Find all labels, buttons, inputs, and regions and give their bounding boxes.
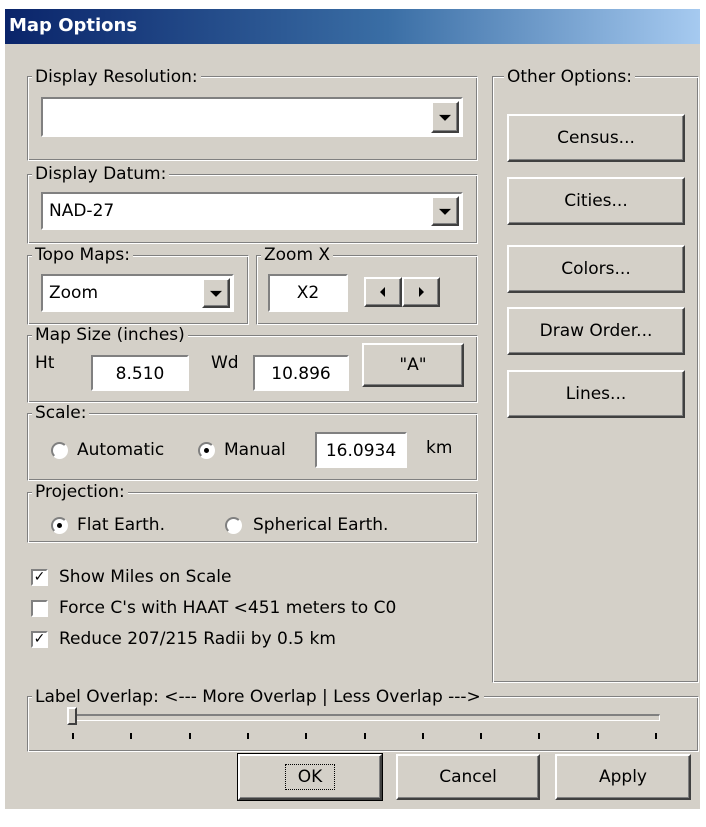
slider-tick <box>72 733 74 739</box>
dropdown-arrow-icon <box>439 208 451 215</box>
lines-button[interactable]: Lines... <box>507 370 685 418</box>
topo-maps-dropdown-button[interactable] <box>202 278 230 308</box>
ok-button-label: OK <box>284 764 336 790</box>
label-overlap-track <box>71 714 660 721</box>
title-bar: Map Options <box>5 9 700 44</box>
slider-tick <box>421 733 424 739</box>
scale-legend: Scale: <box>32 403 90 423</box>
slider-tick <box>596 733 599 739</box>
dropdown-arrow-icon <box>439 114 451 121</box>
map-size-legend: Map Size (inches) <box>32 325 188 345</box>
reduce-radii-label: Reduce 207/215 Radii by 0.5 km <box>59 629 336 649</box>
width-label: Wd <box>211 353 239 373</box>
projection-legend: Projection: <box>32 482 128 502</box>
show-miles-label: Show Miles on Scale <box>59 567 232 587</box>
slider-tick <box>538 733 541 739</box>
zoom-x-legend: Zoom X <box>261 245 334 265</box>
display-datum-dropdown-button[interactable] <box>431 196 459 226</box>
display-resolution-select[interactable] <box>41 97 463 137</box>
zoom-in-button[interactable] <box>402 277 440 307</box>
draw-order-button[interactable]: Draw Order... <box>507 307 685 355</box>
slider-tick <box>188 733 191 739</box>
map-options-dialog: Map Options Display Resolution: Display … <box>5 9 700 809</box>
scale-manual-radio[interactable] <box>198 442 215 459</box>
projection-flat-label: Flat Earth. <box>77 515 165 535</box>
scale-value-field[interactable]: 16.0934 <box>315 432 407 468</box>
size-a-button[interactable]: "A" <box>362 343 464 387</box>
slider-tick <box>130 733 133 739</box>
width-value: 10.896 <box>271 364 331 384</box>
label-overlap-legend: Label Overlap: <--- More Overlap | Less … <box>32 687 484 707</box>
ok-button[interactable]: OK <box>237 753 383 801</box>
radio-selected-dot <box>57 523 62 528</box>
topo-maps-legend: Topo Maps: <box>32 245 133 265</box>
other-options-legend: Other Options: <box>504 67 635 87</box>
cancel-button[interactable]: Cancel <box>396 754 540 800</box>
arrow-right-icon <box>419 287 424 297</box>
scale-value: 16.0934 <box>325 441 397 461</box>
slider-tick <box>480 733 483 739</box>
zoom-out-button[interactable] <box>364 277 402 307</box>
height-field[interactable]: 8.510 <box>91 355 189 391</box>
display-resolution-legend: Display Resolution: <box>32 67 201 87</box>
display-datum-legend: Display Datum: <box>32 164 170 184</box>
arrow-left-icon <box>380 287 385 297</box>
apply-button[interactable]: Apply <box>555 754 691 800</box>
display-resolution-dropdown-button[interactable] <box>431 101 459 133</box>
census-button[interactable]: Census... <box>507 114 685 162</box>
zoom-x-field[interactable]: X2 <box>268 274 348 312</box>
projection-spherical-radio[interactable] <box>225 517 242 534</box>
topo-maps-value: Zoom <box>49 283 99 303</box>
display-datum-select[interactable]: NAD-27 <box>41 192 463 230</box>
scale-manual-label: Manual <box>224 440 286 460</box>
projection-flat-radio[interactable] <box>51 517 68 534</box>
slider-tick <box>305 733 308 739</box>
dropdown-arrow-icon <box>210 290 222 297</box>
force-c-label: Force C's with HAAT <451 meters to C0 <box>59 598 397 618</box>
force-c-checkbox[interactable] <box>31 600 48 617</box>
colors-button[interactable]: Colors... <box>507 245 685 293</box>
scale-unit-label: km <box>426 438 453 458</box>
slider-tick <box>655 733 657 739</box>
height-label: Ht <box>35 353 55 373</box>
topo-maps-select[interactable]: Zoom <box>41 274 234 312</box>
projection-spherical-label: Spherical Earth. <box>253 515 389 535</box>
display-datum-value: NAD-27 <box>49 201 115 221</box>
slider-tick <box>246 733 249 739</box>
scale-automatic-radio[interactable] <box>51 442 68 459</box>
reduce-radii-checkbox[interactable]: ✓ <box>31 631 48 648</box>
width-field[interactable]: 10.896 <box>253 355 349 391</box>
scale-automatic-label: Automatic <box>77 440 165 460</box>
cities-button[interactable]: Cities... <box>507 177 685 225</box>
radio-selected-dot <box>204 448 209 453</box>
zoom-x-value: X2 <box>296 283 320 303</box>
show-miles-checkbox[interactable]: ✓ <box>31 569 48 586</box>
height-value: 8.510 <box>115 364 165 384</box>
window-title: Map Options <box>9 15 138 36</box>
slider-tick <box>363 733 366 739</box>
label-overlap-slider-thumb[interactable] <box>67 707 77 725</box>
